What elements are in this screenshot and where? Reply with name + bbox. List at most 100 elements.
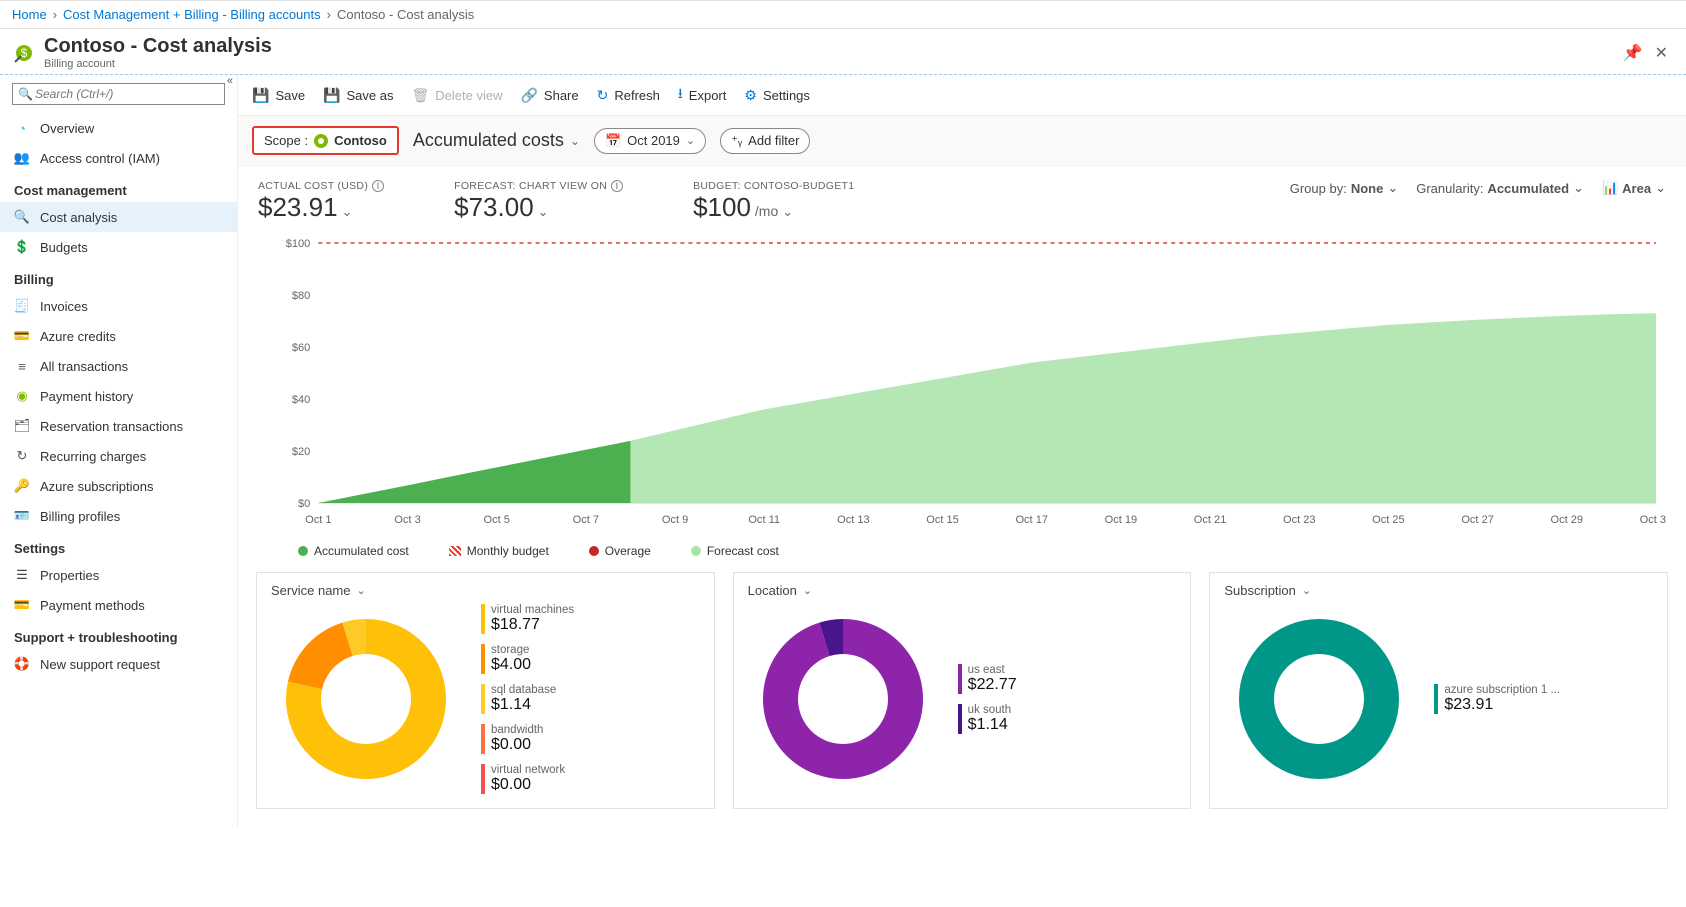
donut-legend-item: virtual network$0.00 [481, 764, 574, 794]
save-button[interactable]: 💾Save [252, 87, 305, 104]
sidebar-group-title: Cost management [0, 173, 237, 202]
sidebar-item-billing-profiles[interactable]: 🪪 Billing profiles [0, 501, 237, 531]
share-button[interactable]: 🔗Share [520, 87, 578, 104]
delete-view-button: 🗑Delete view [412, 87, 503, 104]
chart-type-dropdown[interactable]: 📊 Area ⌄ [1602, 180, 1666, 196]
export-icon: ⭳ [678, 83, 683, 107]
kpi-budget[interactable]: BUDGET: CONTOSO-BUDGET1 $100/mo ⌄ [693, 180, 854, 223]
sidebar-item-cost-analysis[interactable]: 🔍Cost analysis [0, 202, 237, 232]
card-title-dropdown[interactable]: Subscription ⌄ [1224, 583, 1311, 598]
card-title-dropdown[interactable]: Location ⌄ [748, 583, 812, 598]
add-filter-button[interactable]: ⁺ᵧAdd filter [720, 128, 810, 154]
sidebar-item-overview[interactable]: ◔Overview [0, 113, 237, 143]
donut-legend-item: bandwidth$0.00 [481, 724, 574, 754]
breadcrumb-home[interactable]: Home [12, 7, 47, 22]
date-range-picker[interactable]: 📅Oct 2019⌄ [594, 128, 706, 154]
sidebar-item-label: Invoices [40, 299, 88, 314]
gear-icon: ⚙ [744, 87, 757, 104]
view-dropdown[interactable]: Accumulated costs ⌄ [413, 130, 580, 151]
sidebar-item-recurring-charges[interactable]: ↻Recurring charges [0, 441, 237, 471]
donut-legend-item: uk south$1.14 [958, 704, 1017, 734]
sidebar-item-new-support-request[interactable]: 🛟New support request [0, 649, 237, 679]
sidebar-item-budgets[interactable]: 💲Budgets [0, 232, 237, 262]
save-as-button[interactable]: 💾Save as [323, 87, 393, 104]
payment-history-icon: ◉ [14, 388, 30, 404]
sidebar-item-payment-methods[interactable]: 💳Payment methods [0, 590, 237, 620]
svg-text:Oct 13: Oct 13 [837, 514, 870, 526]
sidebar-item-azure-subscriptions[interactable]: 🔑 Azure subscriptions [0, 471, 237, 501]
sidebar-item-payment-history[interactable]: ◉Payment history [0, 381, 237, 411]
info-icon[interactable]: i [611, 180, 623, 192]
info-icon[interactable]: i [372, 180, 384, 192]
share-icon: 🔗 [520, 87, 537, 104]
svg-text:$20: $20 [292, 446, 310, 458]
card-title-dropdown[interactable]: Service name ⌄ [271, 583, 366, 598]
granularity-dropdown[interactable]: Granularity: Accumulated ⌄ [1416, 180, 1584, 196]
properties-icon: ☰ [14, 567, 30, 583]
sidebar-item-label: Payment methods [40, 598, 145, 613]
svg-text:$80: $80 [292, 290, 310, 302]
recurring-icon: ↻ [14, 448, 30, 464]
svg-text:Oct 21: Oct 21 [1194, 514, 1227, 526]
credits-icon: 💳 [14, 328, 30, 344]
chevron-down-icon: ⌄ [570, 134, 580, 148]
sidebar-group-title: Support + troubleshooting [0, 620, 237, 649]
profiles-icon: 🪪 [14, 508, 30, 524]
export-button[interactable]: ⭳Export [678, 83, 726, 107]
breadcrumb-current: Contoso - Cost analysis [337, 7, 474, 22]
pin-button[interactable]: 📌 [1617, 39, 1649, 67]
scope-org-icon [314, 134, 328, 148]
sidebar-item-azure-credits[interactable]: 💳Azure credits [0, 321, 237, 351]
refresh-button[interactable]: ↻Refresh [597, 87, 660, 104]
breadcrumb-cost-management[interactable]: Cost Management + Billing - Billing acco… [63, 7, 321, 22]
settings-button[interactable]: ⚙Settings [744, 87, 810, 104]
sidebar-item-properties[interactable]: ☰ Properties [0, 560, 237, 590]
sidebar-item-label: Overview [40, 121, 94, 136]
sidebar-item-label: Billing profiles [40, 509, 120, 524]
chevron-down-icon: ⌄ [686, 134, 695, 147]
svg-text:$40: $40 [292, 394, 310, 406]
svg-text:Oct 7: Oct 7 [573, 514, 599, 526]
chevron-down-icon: ⌄ [1573, 180, 1584, 196]
sidebar-search-input[interactable] [12, 83, 225, 105]
donut-legend-item: virtual machines$18.77 [481, 604, 574, 634]
subscriptions-icon: 🔑 [14, 478, 30, 494]
close-button[interactable]: ✕ [1649, 39, 1674, 67]
sidebar-item-access-control-iam-[interactable]: 👥 Access control (IAM) [0, 143, 237, 173]
page-title: Contoso - Cost analysis [44, 35, 272, 58]
sidebar-item-label: New support request [40, 657, 160, 672]
kpi-row: ACTUAL COST (USD) i $23.91⌄ FORECAST: CH… [238, 166, 1686, 223]
svg-text:Oct 3: Oct 3 [394, 514, 420, 526]
calendar-icon: 📅 [605, 133, 621, 149]
svg-text:Oct 9: Oct 9 [662, 514, 688, 526]
donut-legend-item: azure subscription 1 ...$23.91 [1434, 684, 1560, 714]
group-by-dropdown[interactable]: Group by: None ⌄ [1290, 180, 1399, 196]
sidebar-item-all-transactions[interactable]: ≡All transactions [0, 351, 237, 381]
filter-add-icon: ⁺ᵧ [731, 133, 742, 149]
sidebar-item-label: Access control (IAM) [40, 151, 160, 166]
kpi-actual-cost[interactable]: ACTUAL COST (USD) i $23.91⌄ [258, 180, 384, 223]
sidebar-item-reservation-transactions[interactable]: 🗂Reservation transactions [0, 411, 237, 441]
scope-value: Contoso [334, 133, 387, 148]
sidebar-item-label: Azure subscriptions [40, 479, 153, 494]
svg-text:Oct 23: Oct 23 [1283, 514, 1316, 526]
iam-icon: 👥 [14, 150, 30, 166]
donut-legend-item: storage$4.00 [481, 644, 574, 674]
sidebar-item-label: Properties [40, 568, 99, 583]
chevron-down-icon: ⌄ [782, 204, 793, 220]
svg-text:Oct 1: Oct 1 [305, 514, 331, 526]
svg-text:$0: $0 [298, 498, 310, 510]
svg-text:Oct 15: Oct 15 [926, 514, 959, 526]
sidebar-item-invoices[interactable]: 🧾 Invoices [0, 291, 237, 321]
invoices-icon: 🧾 [14, 298, 30, 314]
area-chart-icon: 📊 [1602, 180, 1618, 196]
svg-text:Oct 5: Oct 5 [483, 514, 509, 526]
legend-swatch-icon [298, 546, 308, 556]
chart-legend: Accumulated costMonthly budgetOverageFor… [238, 536, 1686, 572]
kpi-forecast[interactable]: FORECAST: CHART VIEW ON i $73.00 ⌄ [454, 180, 623, 223]
scope-label: Scope : [264, 133, 308, 148]
controls-row: Scope : Contoso Accumulated costs ⌄ 📅Oct… [238, 116, 1686, 166]
scope-selector[interactable]: Scope : Contoso [252, 126, 399, 155]
legend-item: Forecast cost [691, 544, 779, 558]
legend-item: Monthly budget [449, 544, 549, 558]
